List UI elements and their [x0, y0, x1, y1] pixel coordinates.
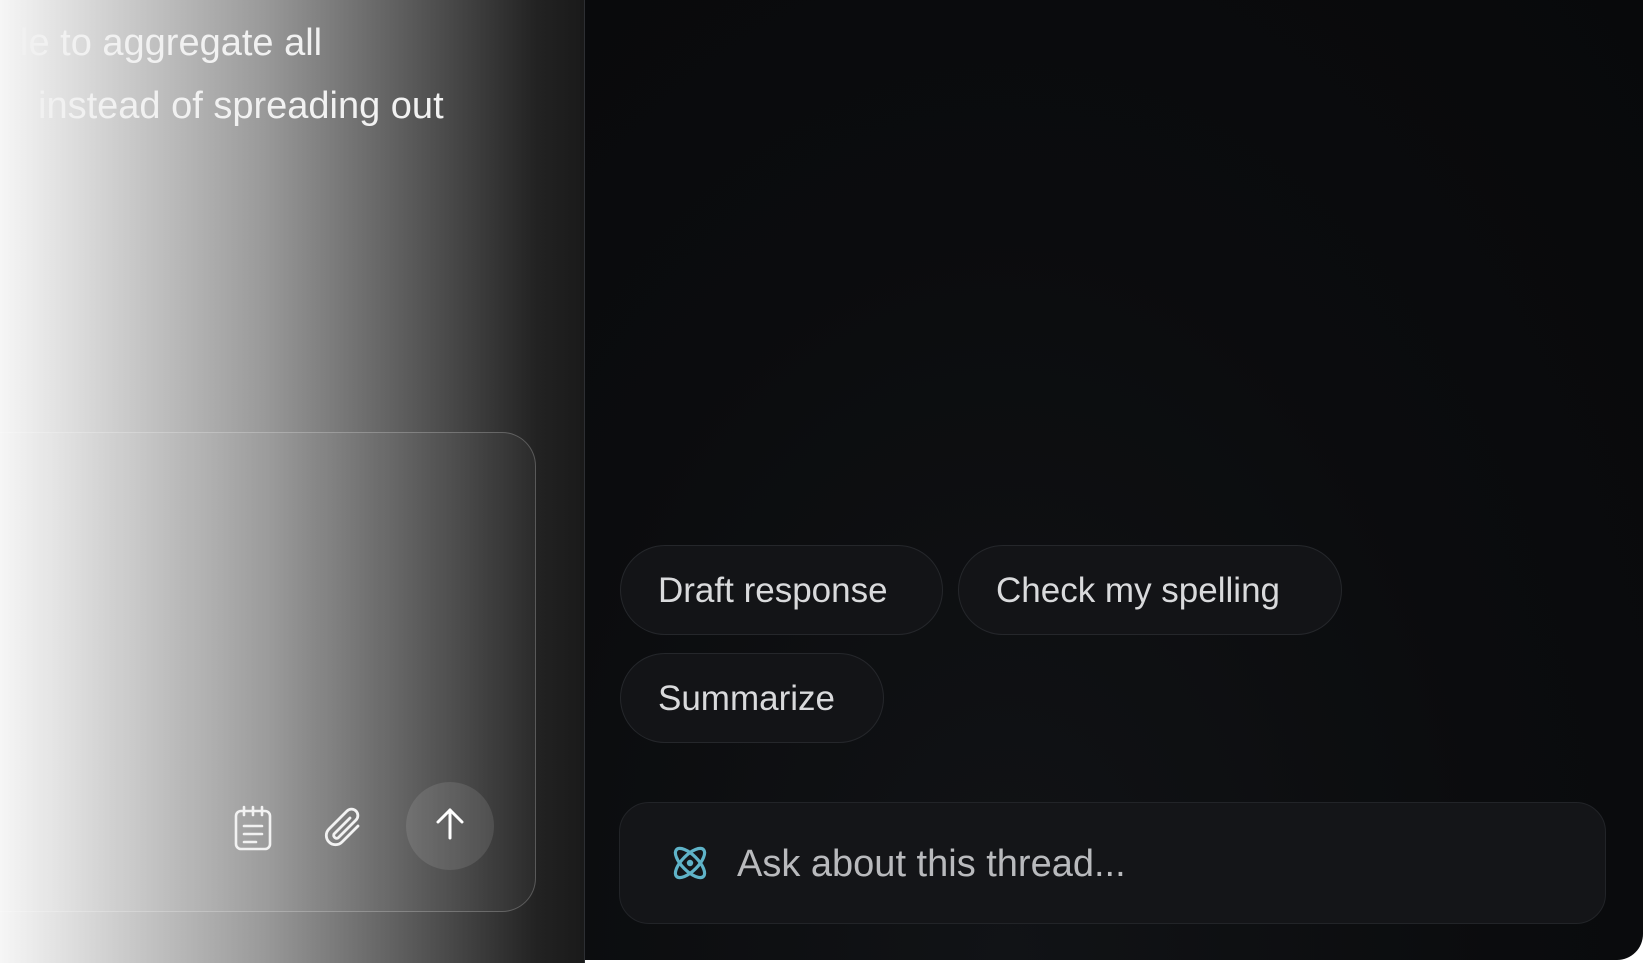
notepad-icon[interactable] [231, 804, 275, 852]
window-edge [1643, 0, 1647, 963]
assistant-panel: Draft response Check my spelling Summari… [585, 0, 1643, 960]
chip-label: Draft response [658, 571, 888, 610]
message-line: instead of spreading out [38, 85, 444, 127]
atom-icon [668, 841, 712, 885]
suggestion-chip-check-spelling[interactable]: Check my spelling [958, 545, 1342, 635]
arrow-up-icon [430, 804, 470, 849]
thread-pane: le to aggregate all instead of spreading… [0, 0, 584, 963]
app-window: le to aggregate all instead of spreading… [0, 0, 1647, 963]
suggestion-chip-summarize[interactable]: Summarize [620, 653, 884, 743]
message-line: le to aggregate all [20, 22, 323, 64]
paperclip-icon[interactable] [320, 804, 368, 852]
chip-label: Check my spelling [996, 571, 1280, 610]
ask-thread-box[interactable] [619, 802, 1606, 924]
thread-message-preview: le to aggregate all instead of spreading… [0, 12, 560, 138]
suggestion-chip-draft-response[interactable]: Draft response [620, 545, 943, 635]
composer-toolbar [0, 782, 534, 872]
chip-label: Summarize [658, 679, 835, 718]
send-button[interactable] [406, 782, 494, 870]
ask-thread-input[interactable] [735, 831, 1579, 897]
